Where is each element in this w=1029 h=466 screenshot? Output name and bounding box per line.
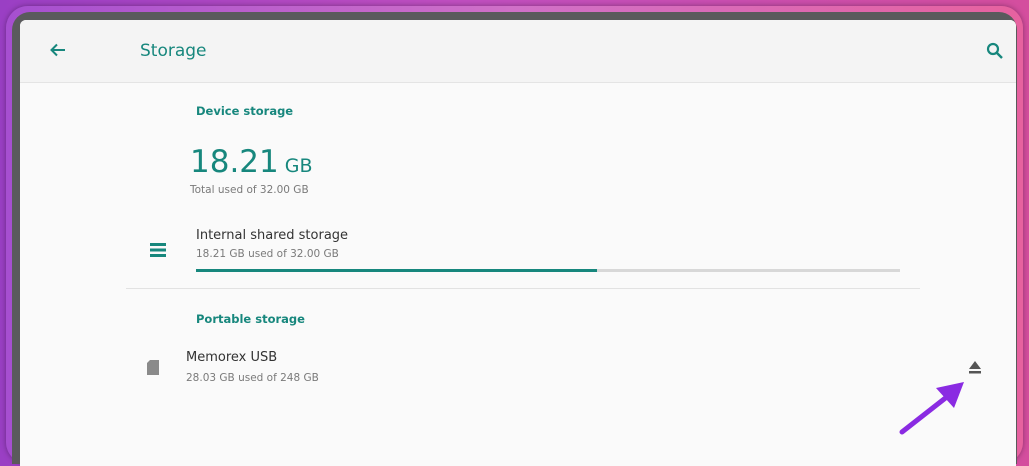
annotation-arrow-icon [899,382,964,435]
page-title: Storage [140,41,207,61]
total-used-caption: Total used of 32.00 GB [190,184,309,196]
total-used-unit: GB [284,155,313,177]
total-used-number: 18.21 [190,144,279,180]
total-used-value: 18.21 GB [190,144,313,180]
internal-storage-progress-fill [196,269,597,272]
search-icon[interactable] [986,42,1004,60]
app-bar: Storage [20,20,1016,83]
internal-storage-progress [196,269,900,272]
section-divider [126,288,920,289]
device-storage-header: Device storage [196,104,294,118]
internal-storage-usage: 18.21 GB used of 32.00 GB [196,248,339,260]
arrow-back-icon[interactable] [48,40,68,60]
portable-storage-header: Portable storage [196,312,305,326]
eject-icon[interactable] [969,361,981,374]
internal-storage-title: Internal shared storage [196,228,349,243]
storage-list-icon [150,243,166,257]
sd-card-icon [147,360,159,375]
portable-device-usage: 28.03 GB used of 248 GB [186,372,319,384]
settings-screen: Storage Device storage 18.21 GB Total use… [20,20,1016,466]
portable-device-name: Memorex USB [186,350,278,365]
